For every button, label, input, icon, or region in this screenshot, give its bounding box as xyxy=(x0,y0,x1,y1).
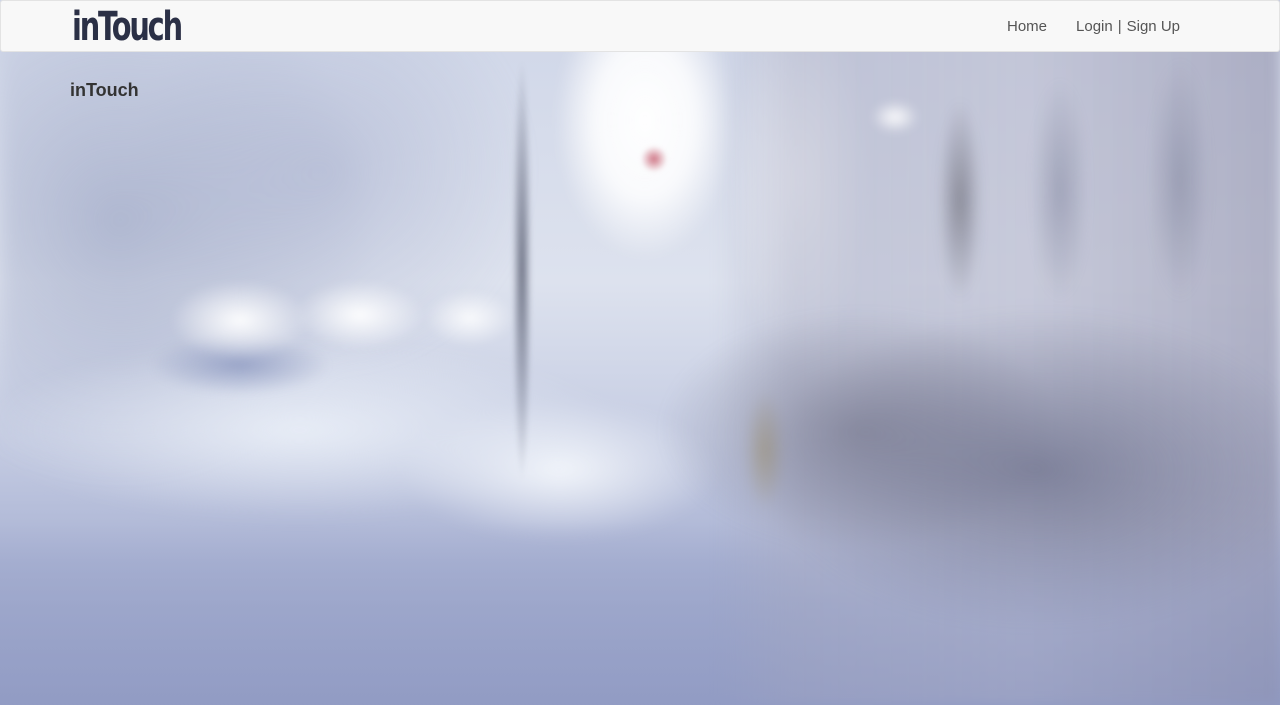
nav-home-link[interactable]: Home xyxy=(1007,18,1047,35)
page-heading: inTouch xyxy=(70,80,139,100)
nav-separator: | xyxy=(1117,17,1122,35)
nav-login-link[interactable]: Login xyxy=(1076,18,1113,35)
nav-signup-link[interactable]: Sign Up xyxy=(1127,18,1180,35)
brand-logo[interactable]: inTouch xyxy=(72,3,183,51)
background-image xyxy=(0,0,1280,705)
nav-links: Home Login | Sign Up xyxy=(1007,1,1180,51)
page: inTouch Home Login | Sign Up inTouch xyxy=(0,0,1280,705)
navbar: inTouch Home Login | Sign Up xyxy=(0,0,1280,52)
